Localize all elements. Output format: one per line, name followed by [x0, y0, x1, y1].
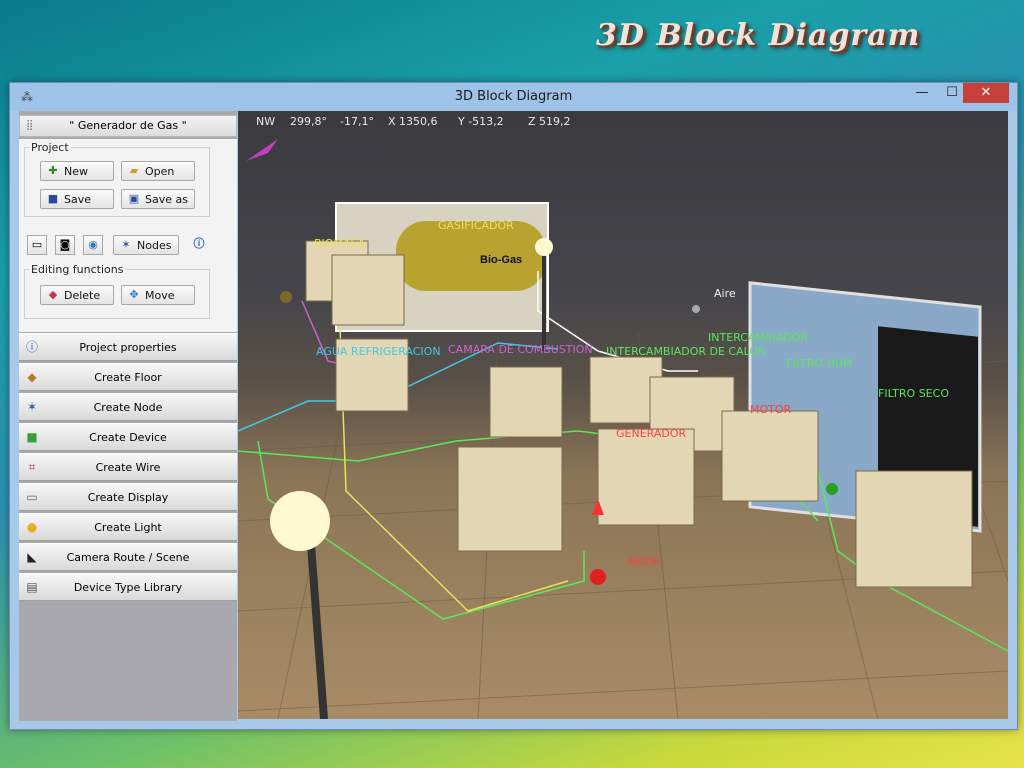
save-as-button[interactable]: ▣ Save as [121, 189, 195, 209]
sidebar-menu-label: Create Floor [94, 371, 162, 384]
label-intercambiador: INTERCAMBIADOR DE CALOR [606, 345, 766, 358]
sidebar-menu-label: Device Type Library [73, 581, 183, 594]
label-agua: AGUA REFRIGERACION [316, 345, 441, 358]
aire-node-sphere[interactable] [692, 305, 700, 313]
desktop-title: 3D Block Diagram [596, 18, 921, 53]
globe-button[interactable]: ◉ [83, 235, 103, 255]
sidebar-menu-label: Create Device [89, 431, 167, 444]
3d-viewport[interactable]: NW 299,8° -17,1° X 1350,6 Y -513,2 Z 519… [238, 111, 1008, 719]
lamp-light-icon[interactable] [270, 491, 330, 551]
sidebar-menu-item[interactable]: ▤ Device Type Library [19, 573, 237, 601]
move-icon: ✥ [129, 288, 139, 301]
minimize-button[interactable]: — [907, 83, 937, 103]
device-cube-combustion[interactable] [489, 366, 563, 438]
label-camara: CAMARA DE COMBUSTION [448, 343, 593, 356]
new-file-icon: ✚ [48, 164, 58, 177]
sidebar-menu-item[interactable]: ● Create Light [19, 513, 237, 541]
biogas-label: Bio-Gas [480, 254, 522, 266]
sidebar-menu-item[interactable]: ◣ Camera Route / Scene [19, 543, 237, 571]
project-name-header: ⣿ " Generador de Gas " [19, 115, 237, 137]
open-button[interactable]: ▰ Open [121, 161, 195, 181]
title-bar[interactable]: ⁂ 3D Block Diagram — ☐ ✕ [10, 83, 1017, 111]
info-button[interactable]: ⓘ [189, 235, 209, 255]
lamp-light-far-icon[interactable] [535, 238, 553, 256]
sidebar-menu-label: Create Node [93, 401, 163, 414]
wire-node-sphere[interactable] [826, 483, 838, 495]
sidebar-menu-label: Create Wire [95, 461, 161, 474]
compass-arrow-icon [246, 139, 278, 161]
sidebar-menu-item[interactable]: ◆ Create Floor [19, 363, 237, 391]
label-aire: Aire [714, 287, 736, 300]
device-cube-motor[interactable] [721, 410, 819, 502]
eraser-icon: ◆ [48, 288, 58, 301]
device-cube-generador[interactable] [597, 428, 695, 526]
grip-icon[interactable]: ⣿ [26, 116, 33, 136]
toolbox-panel: Project ✚ New ▰ Open ■ Save ▣ Save as ▭ … [19, 139, 237, 332]
floppy-icon: ■ [47, 192, 59, 205]
monitor-button[interactable]: ▭ [27, 235, 47, 255]
move-button[interactable]: ✥ Move [121, 285, 195, 305]
label-intercme: INTERCAMBIADOR [708, 331, 809, 344]
label-biomasa: BIOMASA [314, 237, 366, 250]
node-sphere[interactable] [280, 291, 292, 303]
sidebar-menu-item[interactable]: ■ Create Device [19, 423, 237, 451]
sidebar-menu-item[interactable]: ⌗ Create Wire [19, 453, 237, 481]
sidebar-menu-label: Camera Route / Scene [66, 551, 190, 564]
label-gasificador: GASIFICADOR [438, 219, 514, 232]
info-icon: ⓘ [193, 237, 205, 250]
sidebar-menu-item[interactable]: ⓘ Project properties [19, 333, 237, 361]
device-cube-tanks[interactable] [855, 470, 973, 588]
sidebar-menu-label: Project properties [79, 341, 177, 354]
editing-group-label: Editing functions [31, 263, 124, 276]
sidebar: ⣿ " Generador de Gas " Project ✚ New ▰ O… [19, 111, 237, 721]
sidebar-menu-item[interactable]: ▭ Create Display [19, 483, 237, 511]
label-filtro-hum: FILTRO HUM [786, 357, 853, 370]
label-generador: GENERADOR [616, 427, 687, 440]
sidebar-menu-item[interactable]: ✶ Create Node [19, 393, 237, 421]
close-button[interactable]: ✕ [963, 83, 1009, 103]
nodes-button[interactable]: ✶ Nodes [113, 235, 179, 255]
save-button[interactable]: ■ Save [40, 189, 114, 209]
label-filtro-seco: FILTRO SECO [878, 387, 949, 400]
sidebar-menu-label: Create Display [87, 491, 169, 504]
camera-view-button[interactable]: ◙ [55, 235, 75, 255]
lamp-post [306, 530, 328, 719]
folder-icon: ▰ [129, 164, 139, 177]
device-cube-gasificador[interactable] [331, 254, 405, 326]
app-window: ⁂ 3D Block Diagram — ☐ ✕ ⣿ " Generador d… [9, 82, 1018, 730]
save-as-icon: ▣ [128, 192, 140, 205]
new-button[interactable]: ✚ New [40, 161, 114, 181]
device-cube-electric-motor[interactable] [457, 446, 563, 552]
monitor-icon: ▭ [31, 238, 43, 251]
globe-icon: ◉ [88, 238, 98, 251]
camera-icon: ◙ [59, 238, 71, 251]
project-group-label: Project [31, 141, 69, 154]
delete-button[interactable]: ◆ Delete [40, 285, 114, 305]
window-title: 3D Block Diagram [454, 89, 573, 104]
sidebar-menu-label: Create Light [94, 521, 162, 534]
scene-svg: Bio-Gas [238, 139, 1008, 719]
node-icon: ✶ [121, 238, 131, 251]
selected-node-sphere[interactable] [590, 569, 606, 585]
label-node: NODE [628, 555, 661, 568]
label-motor: MOTOR [750, 403, 792, 416]
